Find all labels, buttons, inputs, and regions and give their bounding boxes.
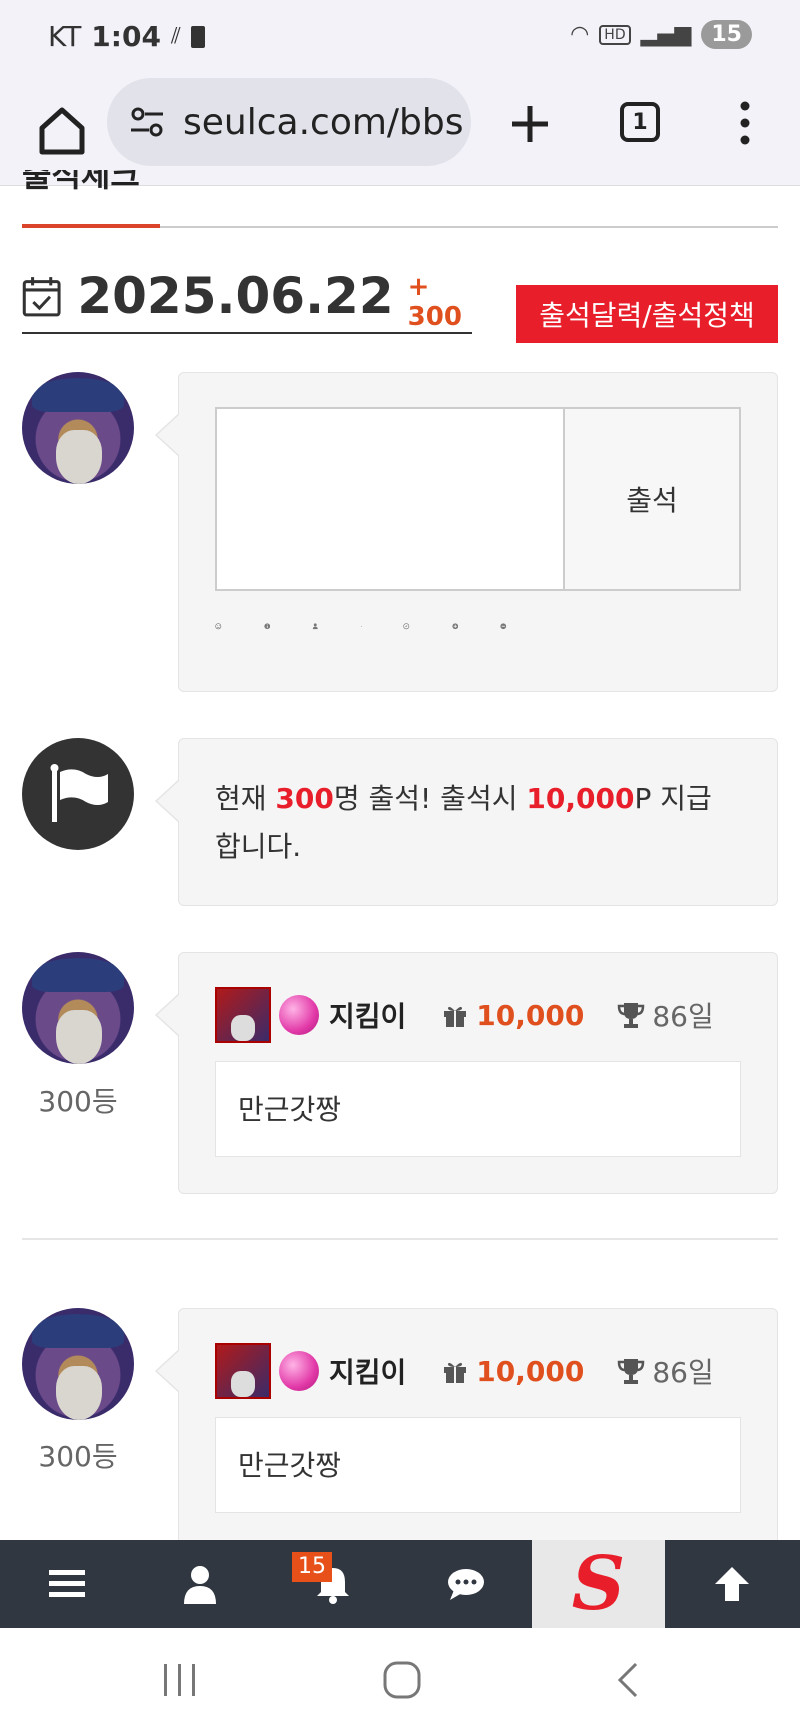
profile-button[interactable] bbox=[133, 1540, 266, 1628]
notifications-button[interactable]: 15 bbox=[266, 1540, 399, 1628]
entry-comment: 만근갓짱 bbox=[215, 1061, 741, 1157]
attendance-calendar-button[interactable]: 출석달력/출석정책 bbox=[516, 285, 778, 343]
data-saver-icon: ⫽ bbox=[170, 24, 181, 49]
level-orb-icon bbox=[279, 995, 319, 1035]
minus-circle-icon[interactable] bbox=[500, 623, 507, 630]
hd-icon: HD bbox=[599, 24, 631, 45]
chat-button[interactable] bbox=[399, 1540, 532, 1628]
comment-input[interactable] bbox=[215, 407, 565, 591]
attendance-notice: 현재 300명 출석! 출석시 10,000P 지급합니다. bbox=[155, 738, 778, 906]
trophy-icon bbox=[618, 1003, 645, 1028]
clock: 1:04 bbox=[91, 20, 161, 53]
flag-avatar bbox=[22, 738, 134, 850]
trophy-icon bbox=[618, 1359, 645, 1384]
attendance-date: 2025.06.22 bbox=[77, 267, 394, 325]
entry-user-row: 지킴이 10,000 86일 bbox=[215, 987, 714, 1043]
url-text: seulca.com/bbs bbox=[183, 101, 464, 143]
entry-comment: 만근갓짱 bbox=[215, 1417, 741, 1513]
new-tab-icon[interactable] bbox=[500, 94, 560, 154]
hamburger-icon bbox=[48, 1570, 85, 1597]
arrow-up-icon bbox=[714, 1567, 749, 1601]
reward-points: 10,000 bbox=[526, 782, 635, 815]
site-logo: S bbox=[571, 1541, 626, 1627]
plus-circle-icon[interactable] bbox=[452, 623, 459, 630]
avatar bbox=[22, 952, 134, 1064]
level-orb-icon bbox=[279, 1351, 319, 1391]
compass-icon[interactable] bbox=[403, 623, 410, 630]
entry-points: 10,000 bbox=[476, 998, 585, 1032]
status-bar: KT 1:04 ⫽ ◠ HD ▂▄▆ 15 bbox=[0, 0, 800, 74]
chat-bubble-icon bbox=[447, 1569, 484, 1600]
date-header: 2025.06.22 + 300 bbox=[22, 260, 472, 334]
tab-switcher-button[interactable]: 1 bbox=[620, 102, 660, 142]
avatar bbox=[22, 1308, 134, 1420]
entry-user-row: 지킴이 10,000 86일 bbox=[215, 1343, 714, 1399]
recents-icon[interactable] bbox=[160, 1660, 200, 1700]
notice-text: 현재 300명 출석! 출석시 10,000P 지급합니다. bbox=[215, 782, 712, 863]
calendar-check-icon bbox=[22, 277, 61, 317]
scroll-top-button[interactable] bbox=[665, 1540, 798, 1628]
home-icon[interactable] bbox=[30, 98, 94, 162]
section-tab-indicator bbox=[22, 224, 160, 228]
compose-toolbar bbox=[215, 623, 507, 630]
attendance-entry: 지킴이 10,000 86일 만근갓짱 bbox=[155, 1308, 778, 1550]
attendance-bonus: + 300 bbox=[407, 272, 462, 332]
user-icon bbox=[183, 1566, 216, 1604]
gift-icon bbox=[444, 1362, 467, 1383]
menu-button[interactable] bbox=[0, 1540, 133, 1628]
battery-alert-icon bbox=[190, 25, 205, 48]
section-title: 출석체크 bbox=[22, 170, 140, 194]
rank-label: 300등 bbox=[38, 1085, 118, 1118]
user-thumbnail[interactable] bbox=[215, 1343, 271, 1399]
site-settings-icon[interactable] bbox=[127, 102, 167, 142]
notification-badge: 15 bbox=[292, 1552, 332, 1582]
gift-icon bbox=[444, 1006, 467, 1027]
username[interactable]: 지킴이 bbox=[329, 995, 406, 1035]
signal-icon: ▂▄▆ bbox=[640, 22, 692, 47]
user-icon[interactable] bbox=[312, 623, 319, 630]
system-nav-bar bbox=[0, 1628, 800, 1734]
compose-box: 출석 bbox=[155, 372, 778, 692]
more-menu-icon[interactable] bbox=[730, 98, 760, 148]
attendee-count: 300 bbox=[275, 782, 334, 815]
info-icon[interactable] bbox=[263, 623, 271, 630]
user-thumbnail[interactable] bbox=[215, 987, 271, 1043]
attendance-entry: 지킴이 10,000 86일 만근갓짱 bbox=[155, 952, 778, 1194]
smile-icon[interactable] bbox=[215, 623, 222, 630]
carrier-label: KT bbox=[48, 20, 82, 53]
entry-divider bbox=[22, 1238, 778, 1240]
entry-days: 86일 bbox=[652, 1000, 714, 1033]
avatar bbox=[22, 372, 134, 484]
username[interactable]: 지킴이 bbox=[329, 1351, 406, 1391]
wifi-icon: ◠ bbox=[570, 22, 590, 47]
camera-icon[interactable] bbox=[360, 623, 362, 630]
bottom-nav: 15 S bbox=[0, 1540, 800, 1628]
rank-label: 300등 bbox=[38, 1440, 118, 1473]
attend-submit-button[interactable]: 출석 bbox=[563, 407, 741, 591]
site-logo-button[interactable]: S bbox=[532, 1540, 665, 1628]
entry-days: 86일 bbox=[652, 1356, 714, 1389]
entry-points: 10,000 bbox=[476, 1354, 585, 1388]
home-nav-icon[interactable] bbox=[382, 1660, 422, 1700]
flag-icon bbox=[50, 764, 108, 822]
notification-count-badge: 15 bbox=[701, 20, 752, 49]
back-icon[interactable] bbox=[608, 1660, 648, 1700]
address-bar[interactable]: seulca.com/bbs bbox=[107, 78, 471, 166]
